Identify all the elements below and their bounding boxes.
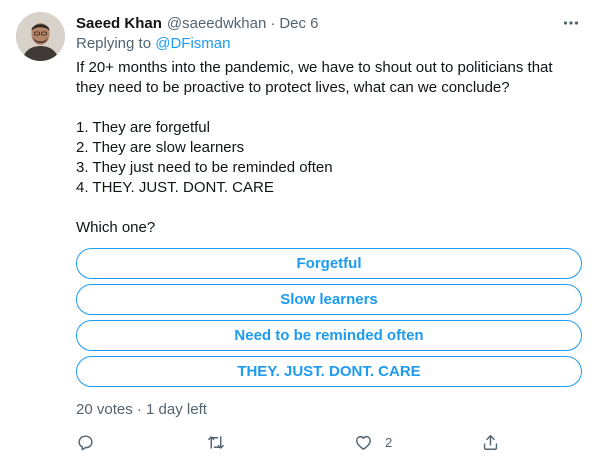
tweet-line: 3. They just need to be reminded often xyxy=(76,159,333,176)
tweet-date[interactable]: Dec 6 xyxy=(279,15,318,32)
avatar-photo xyxy=(16,12,65,61)
like-button[interactable]: 2 xyxy=(342,432,392,452)
share-button[interactable] xyxy=(481,432,500,452)
tweet-line: 1. They are forgetful xyxy=(76,119,210,136)
like-icon xyxy=(354,433,373,452)
tweet-line: 4. THEY. JUST. DONT. CARE xyxy=(76,179,274,196)
more-icon[interactable] xyxy=(560,12,582,34)
retweet-button[interactable] xyxy=(206,432,226,452)
like-count: 2 xyxy=(385,434,393,450)
poll-meta: 20 votes · 1 day left xyxy=(76,401,207,418)
poll-choice-reminded[interactable]: Need to be reminded often xyxy=(76,320,582,351)
tweet-actions: 2 xyxy=(76,432,506,452)
separator-dot: · xyxy=(270,14,276,32)
retweet-icon xyxy=(206,433,226,452)
author-handle[interactable]: @saeedwkhan xyxy=(167,15,266,32)
poll-choice-slow-learners[interactable]: Slow learners xyxy=(76,284,582,315)
tweet-line: If 20+ months into the pandemic, we have… xyxy=(76,59,553,76)
replying-prefix: Replying to xyxy=(76,35,152,52)
tweet-header: Saeed Khan @saeedwkhan · Dec 6 xyxy=(76,12,582,34)
tweet-line: they need to be proactive to protect liv… xyxy=(76,79,510,96)
tweet-text: If 20+ months into the pandemic, we have… xyxy=(76,58,582,238)
reply-icon xyxy=(76,433,95,452)
tweet-line: Which one? xyxy=(76,219,156,236)
reply-button[interactable] xyxy=(76,432,95,452)
poll: Forgetful Slow learners Need to be remin… xyxy=(76,248,582,392)
poll-choice-dont-care[interactable]: THEY. JUST. DONT. CARE xyxy=(76,356,582,387)
tweet-line: 2. They are slow learners xyxy=(76,139,245,156)
reply-mention-link[interactable]: @DFisman xyxy=(155,35,230,52)
avatar[interactable] xyxy=(16,12,65,61)
share-icon xyxy=(481,433,500,452)
author-name[interactable]: Saeed Khan xyxy=(76,15,162,32)
replying-to: Replying to @DFisman xyxy=(76,35,230,52)
poll-choice-forgetful[interactable]: Forgetful xyxy=(76,248,582,279)
